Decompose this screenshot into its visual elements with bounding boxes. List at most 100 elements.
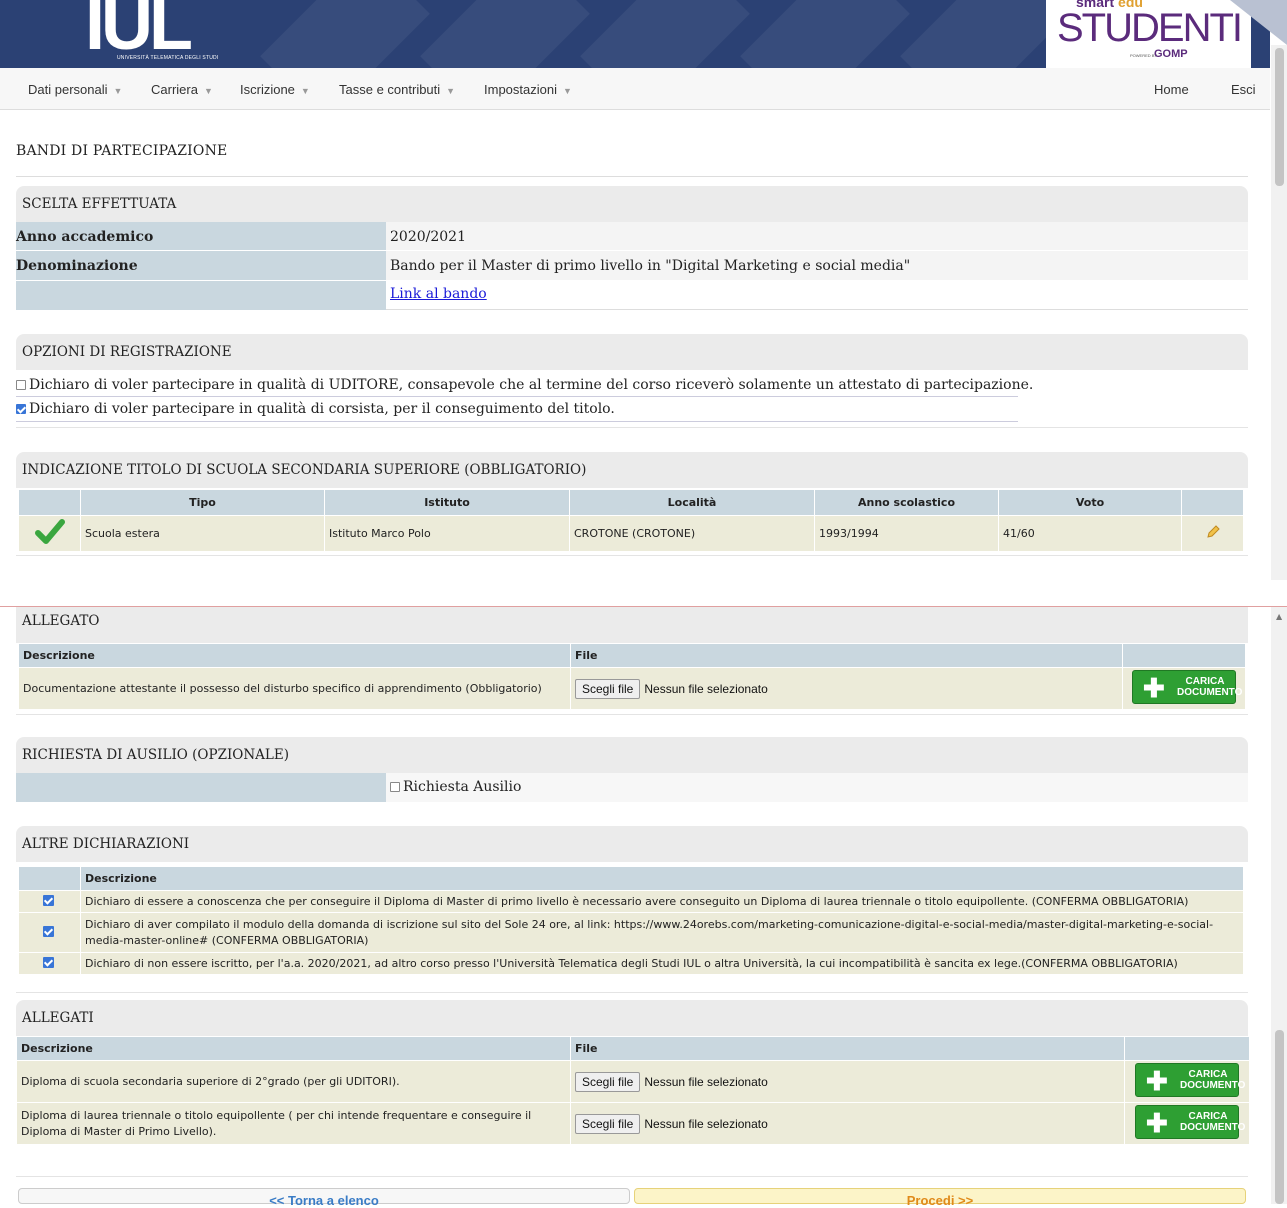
- plus-icon: ✚: [1146, 1066, 1168, 1096]
- cell-descrizione: Documentazione attestante il possesso de…: [18, 667, 571, 710]
- titolo-heading: INDICAZIONE TITOLO DI SCUOLA SECONDARIA …: [16, 452, 1248, 488]
- table-header-istituto: Istituto: [324, 489, 570, 516]
- anno-value: 2020/2021: [386, 222, 1248, 250]
- cell-tipo: Scuola estera: [80, 515, 325, 552]
- edit-pencil-icon[interactable]: [1206, 525, 1220, 539]
- upload-document-button[interactable]: ✚ CARICA DOCUMENTO: [1135, 1063, 1245, 1097]
- ausilio-label-cell: [16, 773, 386, 802]
- allegato-table: Descrizione File Documentazione attestan…: [18, 643, 1246, 710]
- checkbox-corsista[interactable]: [16, 404, 26, 414]
- green-check-icon: [34, 519, 65, 544]
- option-uditore-label: Dichiaro di voler partecipare in qualità…: [29, 377, 1034, 393]
- checkbox-dich-2[interactable]: [42, 925, 54, 937]
- col-file: File: [570, 643, 1123, 668]
- checkbox-dich-3[interactable]: [42, 956, 54, 968]
- col-descrizione: Descrizione: [80, 866, 1244, 891]
- action-cell: ✚ CARICA DOCUMENTO: [1122, 667, 1246, 710]
- banner-decoration: [900, 0, 1070, 68]
- check-cell: [18, 912, 81, 953]
- ausilio-label: Richiesta Ausilio: [403, 779, 522, 795]
- table-header-tipo: Tipo: [80, 489, 325, 516]
- chevron-down-icon: ▼: [300, 86, 310, 96]
- edit-cell[interactable]: [1181, 515, 1244, 552]
- upload-document-button[interactable]: ✚ CARICA DOCUMENTO: [1135, 1105, 1245, 1139]
- file-cell: Scegli file Nessun file selezionato: [570, 667, 1123, 710]
- file-cell: Scegli file Nessun file selezionato: [570, 1060, 1125, 1103]
- nav-carriera[interactable]: Carriera ▼: [151, 82, 213, 97]
- nav-iscrizione[interactable]: Iscrizione ▼: [240, 82, 310, 97]
- col-action: [1122, 643, 1246, 668]
- nav-dati-personali[interactable]: Dati personali ▼: [28, 82, 122, 97]
- file-cell: Scegli file Nessun file selezionato: [570, 1102, 1125, 1145]
- back-button[interactable]: << Torna a elenco: [18, 1188, 630, 1208]
- scrollbar-thumb-top[interactable]: [1275, 48, 1284, 186]
- table-row: Dichiaro di essere a conoscenza che per …: [18, 890, 1244, 913]
- choose-file-button[interactable]: Scegli file: [575, 678, 641, 699]
- option-corsista[interactable]: Dichiaro di voler partecipare in qualità…: [16, 401, 615, 417]
- allegati-table: Descrizione File Diploma di scuola secon…: [16, 1036, 1250, 1145]
- nav-tasse[interactable]: Tasse e contributi ▼: [339, 82, 455, 97]
- table-header-localita: Località: [569, 489, 815, 516]
- denominazione-value: Bando per il Master di primo livello in …: [386, 251, 1248, 280]
- scroll-up-arrow-icon[interactable]: ▲: [1276, 612, 1282, 621]
- upload-document-button[interactable]: ✚ CARICA DOCUMENTO: [1132, 670, 1242, 704]
- allegati-heading: ALLEGATI: [16, 1000, 1248, 1036]
- checkbox-dich-1[interactable]: [42, 894, 54, 906]
- divider: [16, 421, 1018, 422]
- check-cell: [18, 515, 81, 552]
- col-file: File: [570, 1036, 1125, 1061]
- action-cell: ✚ CARICA DOCUMENTO: [1124, 1102, 1250, 1145]
- option-uditore[interactable]: Dichiaro di voler partecipare in qualità…: [16, 377, 1033, 393]
- brand-gomp: GOMP: [1154, 48, 1188, 60]
- cell-voto: 41/60: [998, 515, 1182, 552]
- plus-icon: ✚: [1143, 673, 1165, 703]
- cell-descrizione: Diploma di scuola secondaria superiore d…: [16, 1060, 571, 1103]
- nav-exit[interactable]: Esci: [1231, 82, 1256, 97]
- link-label-cell: [16, 281, 386, 310]
- divider: [16, 1176, 1248, 1177]
- col-descrizione: Descrizione: [18, 643, 571, 668]
- banner-decoration: [740, 0, 910, 68]
- chevron-down-icon: ▼: [203, 86, 213, 96]
- table-row: Dichiaro di non essere iscritto, per l'a…: [18, 952, 1244, 975]
- choose-file-button[interactable]: Scegli file: [575, 1071, 641, 1092]
- divider: [16, 176, 1248, 177]
- anno-label: Anno accademico: [16, 222, 386, 250]
- divider: [16, 992, 1248, 993]
- no-file-text: Nessun file selezionato: [644, 1116, 768, 1131]
- choose-file-button[interactable]: Scegli file: [575, 1113, 641, 1134]
- col-action: [1124, 1036, 1250, 1061]
- divider: [16, 427, 1248, 428]
- iul-logo[interactable]: IUL UNIVERSITÀ TELEMATICA DEGLI STUDI: [85, 0, 235, 66]
- main-navbar: Dati personali ▼ Carriera ▼ Iscrizione ▼ Ta…: [0, 68, 1270, 110]
- dich-text-3: Dichiaro di non essere iscritto, per l'a…: [80, 952, 1244, 975]
- table-header-edit: [1181, 489, 1244, 516]
- proceed-button[interactable]: Procedi >>: [634, 1188, 1246, 1208]
- checkbox-ausilio[interactable]: [390, 782, 400, 792]
- allegato-heading: ALLEGATO: [16, 607, 1248, 643]
- col-check: [18, 866, 81, 891]
- link-cell: Link al bando: [386, 281, 1248, 310]
- logo-subtitle: UNIVERSITÀ TELEMATICA DEGLI STUDI: [117, 55, 219, 61]
- table-header-icon: [18, 489, 81, 516]
- ausilio-heading: RICHIESTA DI AUSILIO (OPZIONALE): [16, 737, 1248, 773]
- dich-text-1: Dichiaro di essere a conoscenza che per …: [80, 890, 1244, 913]
- brand-word: STUDENTI: [1057, 6, 1243, 50]
- chevron-down-icon: ▼: [113, 86, 123, 96]
- denominazione-label: Denominazione: [16, 251, 386, 280]
- scrollbar-thumb-bottom[interactable]: [1275, 1030, 1284, 1204]
- titolo-table: Tipo Istituto Località Anno scolastico V…: [18, 489, 1244, 552]
- option-corsista-label: Dichiaro di voler partecipare in qualità…: [29, 401, 615, 417]
- check-cell: [18, 952, 81, 975]
- checkbox-uditore[interactable]: [16, 380, 26, 390]
- cell-localita: CROTONE (CROTONE): [569, 515, 815, 552]
- ausilio-cell: Richiesta Ausilio: [386, 773, 1248, 802]
- banner-decoration: [260, 0, 430, 68]
- check-cell: [18, 890, 81, 913]
- nav-home[interactable]: Home: [1154, 82, 1189, 97]
- chevron-down-icon: ▼: [562, 86, 572, 96]
- nav-impostazioni[interactable]: Impostazioni ▼: [484, 82, 572, 97]
- bando-link[interactable]: Link al bando: [390, 286, 487, 302]
- opzioni-heading: OPZIONI DI REGISTRAZIONE: [16, 334, 1248, 370]
- no-file-text: Nessun file selezionato: [644, 1074, 768, 1089]
